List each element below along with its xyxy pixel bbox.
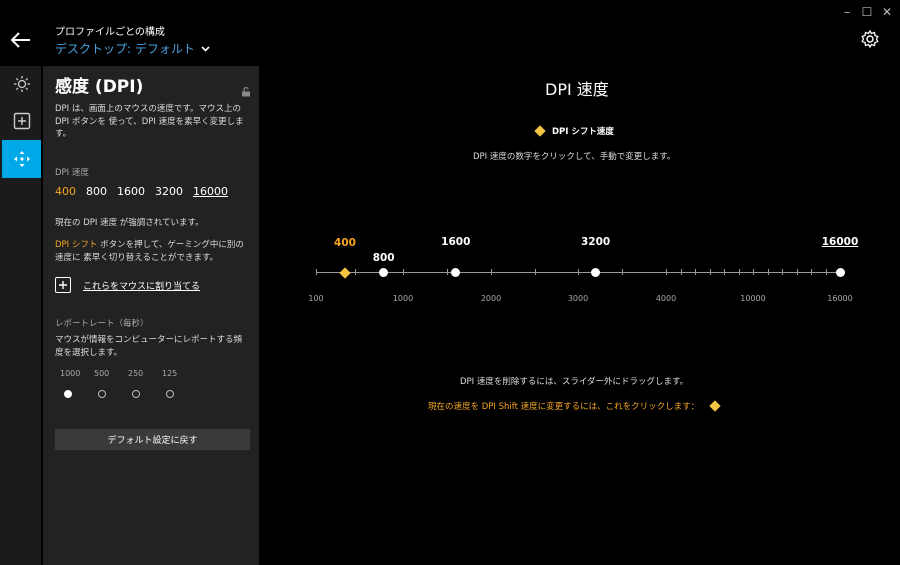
dpi-value-16000[interactable]: 16000 xyxy=(193,185,228,198)
rail-assign-button[interactable] xyxy=(2,103,41,139)
slider-tick xyxy=(753,269,754,275)
current-dpi-note: 現在の DPI 速度 が強調されています。 xyxy=(55,218,204,228)
unlock-icon xyxy=(242,86,250,97)
slider-tick xyxy=(767,269,769,275)
dpi-description: DPI は、画面上のマウスの速度です。マウス上の DPI ボタンを 使って、DP… xyxy=(55,104,244,139)
click-to-edit-hint: DPI 速度の数字をクリックして、手動で変更します。 xyxy=(473,152,676,162)
panel-title: 感度 (DPI) xyxy=(55,77,144,97)
back-button[interactable] xyxy=(10,30,32,50)
report-rate-options: 1000 500 250 125 xyxy=(60,369,196,378)
dpi-value-label[interactable]: 16000 xyxy=(822,236,859,248)
maximize-button[interactable]: ☐ xyxy=(859,4,875,20)
report-rate-125-label: 125 xyxy=(162,369,178,378)
dpi-shift-knob[interactable] xyxy=(339,267,351,279)
dpi-knob-1600[interactable] xyxy=(451,268,461,277)
slider-tick xyxy=(666,269,667,275)
lock-button[interactable] xyxy=(241,82,251,97)
report-rate-250-radio[interactable] xyxy=(132,390,140,398)
dpi-knob-16000[interactable] xyxy=(835,268,845,277)
slider-tick xyxy=(354,269,356,275)
slider-tick xyxy=(724,269,725,275)
settings-button[interactable] xyxy=(860,29,880,49)
profile-label: プロファイルごとの構成 xyxy=(55,27,165,38)
chevron-down-icon xyxy=(201,45,210,52)
report-rate-500-label: 500 xyxy=(94,369,110,378)
slider-tick xyxy=(316,269,317,275)
report-rate-1000-label: 1000 xyxy=(60,369,81,378)
dpi-value-label[interactable]: 1600 xyxy=(441,236,470,248)
report-rate-label: レポートレート（毎秒） xyxy=(55,319,149,329)
move-icon xyxy=(13,151,30,167)
sensitivity-panel: 感度 (DPI) DPI は、画面上のマウスの速度です。マウス上の DPI ボタ… xyxy=(43,66,259,565)
axis-label: 10000 xyxy=(740,294,766,303)
report-rate-250-label: 250 xyxy=(128,369,144,378)
slider-tick xyxy=(825,269,827,275)
main-title: DPI 速度 xyxy=(545,80,609,99)
plus-square-icon xyxy=(55,277,71,293)
assign-to-mouse[interactable]: これらをマウスに割り当てる xyxy=(55,277,200,293)
drag-remove-hint: DPI 速度を削除するには、スライダー外にドラッグします。 xyxy=(460,377,689,387)
slider-tick xyxy=(578,269,579,275)
dpi-shift-note: DPI シフト ボタンを押して、ゲーミング中に別の速度に 素早く切り替えることが… xyxy=(55,239,250,264)
dpi-value-1600[interactable]: 1600 xyxy=(117,185,145,198)
dpi-knob-3200[interactable] xyxy=(591,268,601,277)
add-icon xyxy=(13,112,30,130)
axis-label: 3000 xyxy=(567,294,589,303)
rail-lighting-button[interactable] xyxy=(2,66,41,102)
slider-tick xyxy=(782,269,783,275)
shift-diamond-icon xyxy=(534,125,546,137)
report-rate-description: マウスが情報をコンピューターにレポートする頻度を選択します。 xyxy=(55,335,243,358)
slider-tick xyxy=(622,269,623,275)
dpi-shift-highlight: DPI シフト xyxy=(55,240,98,250)
dpi-value-label[interactable]: 400 xyxy=(334,237,356,249)
report-rate-125-radio[interactable] xyxy=(166,390,174,398)
axis-label: 4000 xyxy=(655,294,677,303)
minimize-button[interactable]: – xyxy=(839,4,855,20)
dpi-value-label[interactable]: 3200 xyxy=(581,236,610,248)
report-rate-radios xyxy=(64,390,200,398)
axis-label: 2000 xyxy=(480,294,502,303)
slider-tick xyxy=(491,269,492,275)
dpi-value-3200[interactable]: 3200 xyxy=(155,185,183,198)
report-rate-1000-radio[interactable] xyxy=(64,390,72,398)
slider-tick xyxy=(695,269,696,275)
shift-legend-label: DPI シフト速度 xyxy=(552,127,614,137)
axis-label: 100 xyxy=(308,294,324,303)
dpi-knob-800[interactable] xyxy=(379,268,389,277)
left-rail xyxy=(0,66,41,565)
shift-change-text: 現在の速度を DPI Shift 速度に変更するには、これをクリックします： xyxy=(428,402,700,412)
set-shift-diamond-icon[interactable] xyxy=(709,400,721,412)
profile-selector[interactable]: デスクトップ: デフォルト xyxy=(55,40,210,57)
report-rate-500-radio[interactable] xyxy=(98,390,106,398)
slider-tick xyxy=(534,269,536,275)
axis-label: 1000 xyxy=(392,294,414,303)
gear-icon xyxy=(861,29,879,49)
slider-tick xyxy=(796,269,798,275)
slider-tick xyxy=(447,269,448,275)
dpi-shift-legend: DPI シフト速度 xyxy=(534,125,614,137)
dpi-value-800[interactable]: 800 xyxy=(86,185,107,198)
close-button[interactable]: ✕ xyxy=(879,4,895,20)
dpi-label: DPI 速度 xyxy=(55,168,89,178)
lighting-icon xyxy=(13,76,30,92)
profile-value: デスクトップ: デフォルト xyxy=(55,42,195,56)
slider-tick xyxy=(811,269,812,275)
axis-label: 16000 xyxy=(827,294,853,303)
dpi-value-400[interactable]: 400 xyxy=(55,185,76,198)
slider-tick xyxy=(680,269,682,275)
assign-link[interactable]: これらをマウスに割り当てる xyxy=(83,279,200,292)
slider-tick xyxy=(738,269,740,275)
rail-sensitivity-button[interactable] xyxy=(2,140,41,178)
slider-tick xyxy=(403,269,404,275)
slider-tick xyxy=(709,269,711,275)
reset-defaults-button[interactable]: デフォルト設定に戻す xyxy=(55,429,250,450)
dpi-value-label[interactable]: 800 xyxy=(373,252,395,264)
dpi-value-list: 400 800 1600 3200 16000 xyxy=(55,185,228,198)
arrow-left-icon xyxy=(10,32,30,48)
dpi-slider[interactable]: 100 1000 2000 3000 4000 10000 16000 400 800 1600 3… xyxy=(308,223,858,313)
shift-change-hint[interactable]: 現在の速度を DPI Shift 速度に変更するには、これをクリックします： xyxy=(428,400,721,412)
